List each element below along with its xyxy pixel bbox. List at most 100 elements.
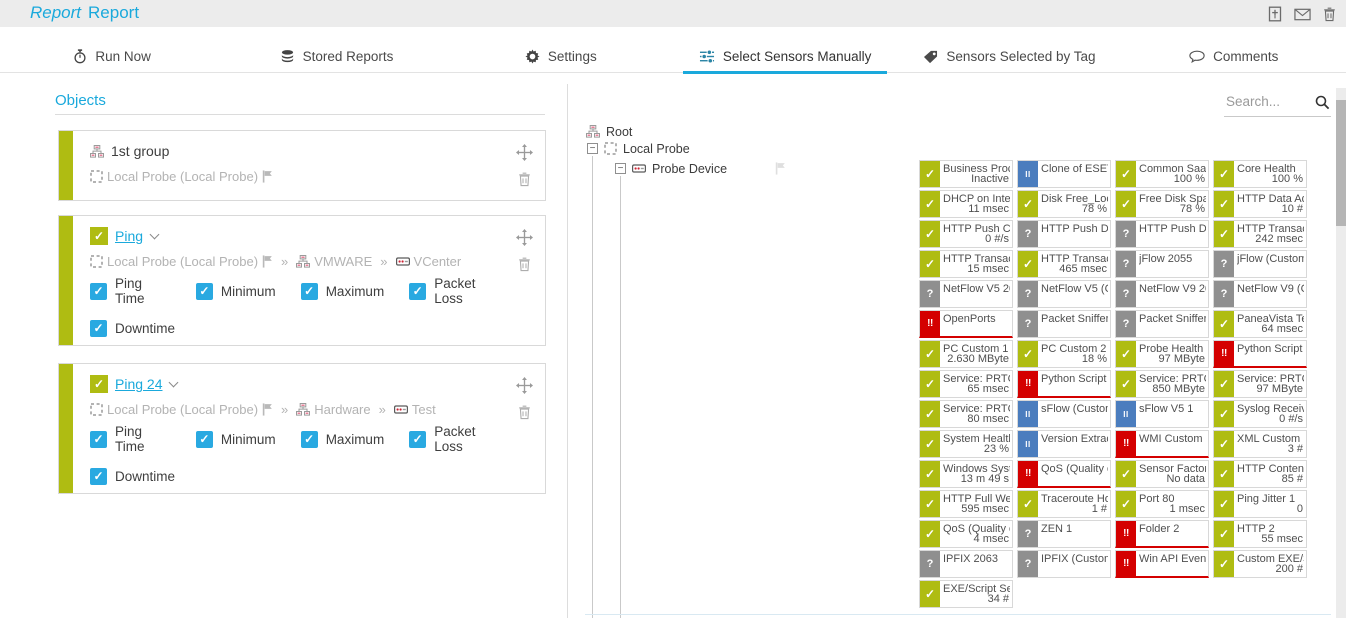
sensor-tile[interactable]: ?HTTP Push Da... [1017,220,1111,248]
sensor-tile[interactable]: ✓HTTP Full Web...595 msec [919,490,1013,518]
sensor-tile[interactable]: ✓PC Custom 12.630 MByte [919,340,1013,368]
tree-item-local-probe[interactable]: − Local Probe [587,141,690,156]
sensor-tile[interactable]: ✓Traceroute Ho...1 # [1017,490,1111,518]
search-icon[interactable] [1315,95,1330,115]
checkbox-checked[interactable]: ✓ [90,320,107,337]
checkbox-checked[interactable]: ✓ [409,431,426,448]
sensor-grid: ✓Business Proc...InactiveIIClone of ESET… [919,160,1307,608]
delete-icon[interactable] [1323,7,1336,22]
move-handle-icon[interactable] [516,229,533,246]
sensor-tile[interactable]: ✓HTTP Transact...465 msec [1017,250,1111,278]
sensor-tile[interactable]: IIClone of ESET ... [1017,160,1111,188]
sensor-tile[interactable]: ?NetFlow V5 20... [919,280,1013,308]
chevron-down-icon[interactable] [169,377,179,387]
sensor-tile[interactable]: !!QoS (Quality of... [1017,460,1111,488]
up-status-icon: ✓ [1214,521,1234,547]
checkbox-checked[interactable]: ✓ [90,431,107,448]
checkbox-checked[interactable]: ✓ [301,431,318,448]
sensor-tile[interactable]: ?NetFlow V9 (C... [1213,280,1307,308]
tree-item-root[interactable]: Root [586,124,632,139]
sensor-tile[interactable]: !!WMI Custom S... [1115,430,1209,458]
up-status-icon: ✓ [1018,191,1038,217]
sensor-tile[interactable]: ✓Common SaaS...100 % [1115,160,1209,188]
sensor-tile[interactable]: ✓Service: PRTG ...850 MByte [1115,370,1209,398]
tab-run-now[interactable]: Run Now [0,41,224,72]
sensor-tile[interactable]: ✓HTTP Content 185 # [1213,460,1307,488]
sensor-tile[interactable]: ✓Ping Jitter 10 [1213,490,1307,518]
sensor-tile[interactable]: ✓Core Health100 % [1213,160,1307,188]
scrollbar-thumb[interactable] [1336,100,1346,226]
tab-sensors-selected-by-tag[interactable]: Sensors Selected by Tag [897,41,1121,72]
tree-item-probe-device[interactable]: − Probe Device [615,161,786,176]
sensor-tile[interactable]: ?NetFlow V9 20... [1115,280,1209,308]
sensor-tile[interactable]: ✓HTTP Push Co...0 #/s [919,220,1013,248]
sensor-tile[interactable]: ?Packet Sniffer 1 [1017,310,1111,338]
sensor-tile[interactable]: ✓HTTP 255 msec [1213,520,1307,548]
chevron-down-icon[interactable] [150,229,160,239]
trash-icon[interactable] [518,257,531,272]
new-report-icon[interactable] [1268,6,1282,22]
sensor-tile[interactable]: ✓Service: PRTG ...65 msec [919,370,1013,398]
checkbox-checked[interactable]: ✓ [196,283,213,300]
collapse-toggle[interactable]: − [587,143,598,154]
sensor-tile[interactable]: ✓Free Disk Spac...78 % [1115,190,1209,218]
sensor-tile[interactable]: ✓XML Custom E...3 # [1213,430,1307,458]
sensor-tile[interactable]: ✓Sensor Factory...No data [1115,460,1209,488]
tab-comments[interactable]: Comments [1122,41,1346,72]
email-icon[interactable] [1294,8,1311,21]
sensor-tile[interactable]: ✓System Health23 % [919,430,1013,458]
sensor-tile[interactable]: !!Python Script ... [1017,370,1111,398]
collapse-toggle[interactable]: − [615,163,626,174]
checkbox-checked[interactable]: ✓ [90,283,107,300]
trash-icon[interactable] [518,172,531,187]
tab-select-sensors-manually[interactable]: Select Sensors Manually [673,41,897,72]
up-status-icon: ✓ [1018,251,1038,277]
sensor-tile[interactable]: ✓Service: PRTG ...80 msec [919,400,1013,428]
sensor-tile[interactable]: ?jFlow 2055 [1115,250,1209,278]
sensor-tile[interactable]: ✓Service: PRTG ...97 MByte [1213,370,1307,398]
sensor-tile[interactable]: ✓PC Custom 218 % [1017,340,1111,368]
sensor-tile[interactable]: ?ZEN 1 [1017,520,1111,548]
sensor-tile[interactable]: ✓Syslog Receive...0 #/s [1213,400,1307,428]
sensor-tile[interactable]: ✓QoS (Quality of...4 msec [919,520,1013,548]
sensor-tile[interactable]: IIVersion Extract... [1017,430,1111,458]
checkbox-checked[interactable]: ✓ [301,283,318,300]
search-input[interactable] [1224,90,1310,111]
sensor-link[interactable]: Ping [115,228,143,244]
sensor-tile[interactable]: ✓DHCP on Intel(...11 msec [919,190,1013,218]
sensor-tile[interactable]: ?IPFIX (Custom... [1017,550,1111,578]
sensor-tile[interactable]: ?NetFlow V5 (C... [1017,280,1111,308]
trash-icon[interactable] [518,405,531,420]
sensor-tile[interactable]: ✓HTTP Data Ad...10 # [1213,190,1307,218]
sensor-tile[interactable]: ✓Business Proc...Inactive [919,160,1013,188]
sensor-tile[interactable]: ✓Port 801 msec [1115,490,1209,518]
up-status-icon: ✓ [920,221,940,247]
sensor-tile[interactable]: !!Python Script ... [1213,340,1307,368]
sensor-tile[interactable]: IIsFlow V5 1 [1115,400,1209,428]
tab-settings[interactable]: Settings [449,41,673,72]
sensor-tile[interactable]: !!Folder 2 [1115,520,1209,548]
sensor-tile[interactable]: IIsFlow (Custom... [1017,400,1111,428]
sensor-tile[interactable]: !!Win API Eventl... [1115,550,1209,578]
move-handle-icon[interactable] [516,377,533,394]
sensor-tile[interactable]: ✓PaneaVista Te...64 msec [1213,310,1307,338]
sensor-tile[interactable]: ?HTTP Push Da... [1115,220,1209,248]
sensor-tile[interactable]: ?IPFIX 2063 [919,550,1013,578]
sensor-tile[interactable]: ✓HTTP Transact...15 msec [919,250,1013,278]
sensor-link[interactable]: Ping 24 [115,376,162,392]
sensor-tile[interactable]: ✓Windows Syst...13 m 49 s [919,460,1013,488]
unknown-status-icon: ? [920,281,940,307]
sensor-tile[interactable]: ✓Probe Health97 MByte [1115,340,1209,368]
sensor-tile[interactable]: ✓Disk Free_Local78 % [1017,190,1111,218]
sensor-tile[interactable]: ?Packet Sniffer 2 [1115,310,1209,338]
sensor-tile[interactable]: ✓HTTP Transact...242 msec [1213,220,1307,248]
sensor-tile[interactable]: ✓Custom EXE/S...200 # [1213,550,1307,578]
checkbox-checked[interactable]: ✓ [90,468,107,485]
tab-stored-reports[interactable]: Stored Reports [224,41,448,72]
checkbox-checked[interactable]: ✓ [409,283,426,300]
sensor-tile[interactable]: ?jFlow (Custom... [1213,250,1307,278]
move-handle-icon[interactable] [516,144,533,161]
sensor-tile[interactable]: ✓EXE/Script Sen...34 # [919,580,1013,608]
checkbox-checked[interactable]: ✓ [196,431,213,448]
sensor-tile[interactable]: !!OpenPorts [919,310,1013,338]
